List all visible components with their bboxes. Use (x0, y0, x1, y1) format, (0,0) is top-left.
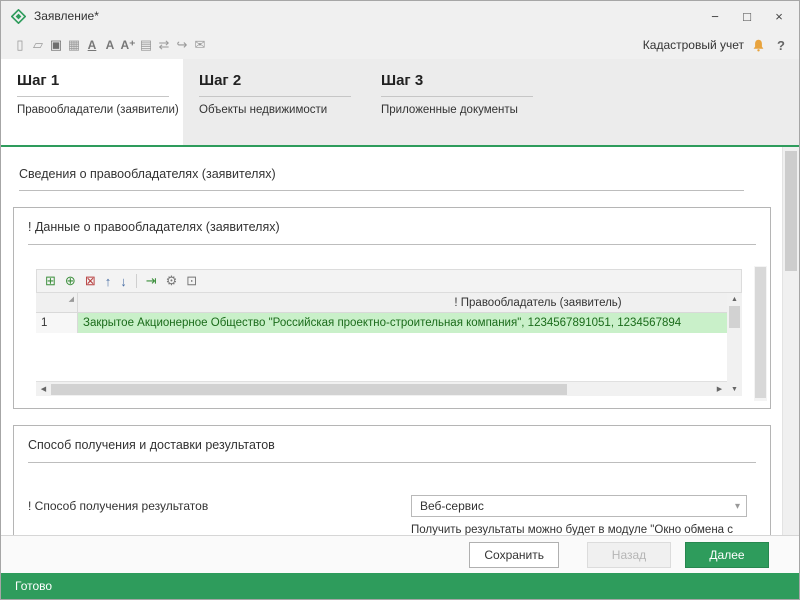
section-title: Сведения о правообладателях (заявителях) (19, 167, 744, 191)
tab-step-2[interactable]: Шаг 2 Объекты недвижимости (183, 59, 365, 145)
step-subtitle: Объекты недвижимости (199, 104, 365, 116)
row-value[interactable]: Закрытое Акционерное Общество "Российска… (78, 313, 727, 333)
step-title: Шаг 3 (381, 72, 547, 89)
tab-step-1[interactable]: Шаг 1 Правообладатели (заявители) (1, 59, 183, 145)
hscroll-thumb[interactable] (51, 384, 567, 395)
maximize-button[interactable]: □ (731, 1, 763, 31)
envelope-icon[interactable]: ✉ (191, 37, 209, 53)
scroll-down-icon[interactable]: ▼ (731, 383, 738, 396)
table-toolbar: ⊞ ⊕ ⊠ ↑ ↓ ⇥ ⚙ ⊡ (36, 269, 742, 293)
title-bar: Заявление* − □ × (1, 1, 799, 31)
delivery-method-value: Веб-сервис (420, 499, 484, 513)
wizard-steps: Шаг 1 Правообладатели (заявители) Шаг 2 … (1, 59, 799, 147)
status-text: Готово (15, 579, 52, 593)
panel-scrollbar-thumb[interactable] (755, 267, 766, 398)
send-arrow-icon[interactable]: ↪ (173, 37, 191, 53)
vscroll-thumb[interactable] (729, 306, 740, 328)
open-reference-icon[interactable]: ⇥ (146, 273, 157, 289)
delivery-panel-title: Способ получения и доставки результатов (28, 438, 756, 463)
new-document-icon[interactable]: ▯ (11, 37, 29, 53)
delivery-method-hint: Получить результаты можно будет в модуле… (411, 524, 747, 535)
move-row-down-icon[interactable]: ↓ (120, 274, 127, 289)
add-row-icon[interactable]: ⊞ (45, 273, 56, 289)
step-rule (199, 96, 351, 97)
panel-scrollbar[interactable] (754, 266, 767, 401)
expand-table-icon[interactable]: ⊡ (186, 273, 197, 289)
table-empty-area (36, 333, 727, 381)
delivery-panel: Способ получения и доставки результатов … (13, 425, 771, 535)
table-horizontal-scrollbar[interactable]: ◀ ▶ (36, 381, 727, 396)
owners-panel-title: ! Данные о правообладателях (заявителях) (28, 220, 756, 245)
owners-panel: ! Данные о правообладателях (заявителях)… (13, 207, 771, 409)
footer-bar: Сохранить Назад Далее (1, 535, 799, 573)
module-label: Кадастровый учет (643, 38, 744, 52)
copy-icon[interactable]: ▤ (137, 37, 155, 53)
open-folder-icon[interactable]: ▱ (29, 37, 47, 53)
field-a-add-icon[interactable]: А⁺ (119, 38, 137, 52)
table-header-row: ◢ ! Правообладатель (заявитель) (36, 293, 727, 313)
minimize-button[interactable]: − (699, 1, 731, 31)
step-rule (381, 96, 533, 97)
content-scrollbar[interactable] (782, 147, 799, 535)
table-vertical-scrollbar[interactable]: ▲ ▼ (727, 293, 742, 396)
chevron-down-icon: ▾ (735, 501, 740, 512)
grid-corner-icon: ◢ (69, 290, 74, 310)
table-row[interactable]: 1 Закрытое Акционерное Общество "Российс… (36, 313, 727, 333)
field-a-underline-icon[interactable]: А (83, 38, 101, 52)
save-as-icon[interactable]: ▦ (65, 37, 83, 53)
delete-row-icon[interactable]: ⊠ (85, 273, 96, 289)
step-title: Шаг 1 (17, 72, 183, 89)
edit-tools-icon[interactable]: ⚙ (166, 273, 178, 289)
step-subtitle: Приложенные документы (381, 104, 547, 116)
move-row-up-icon[interactable]: ↑ (105, 274, 112, 289)
close-button[interactable]: × (763, 1, 795, 31)
application-window: Заявление* − □ × ▯ ▱ ▣ ▦ А А А⁺ ▤ ⇄ ↪ ✉ … (0, 0, 800, 600)
window-title: Заявление* (34, 9, 699, 23)
bell-icon[interactable] (752, 39, 765, 52)
next-button[interactable]: Далее (685, 542, 769, 568)
scroll-up-icon[interactable]: ▲ (731, 293, 738, 306)
add-child-row-icon[interactable]: ⊕ (65, 273, 76, 289)
step-content: Сведения о правообладателях (заявителях)… (1, 147, 799, 535)
save-button[interactable]: Сохранить (469, 542, 559, 568)
tab-step-3[interactable]: Шаг 3 Приложенные документы (365, 59, 547, 145)
scroll-left-icon[interactable]: ◀ (36, 382, 51, 396)
app-logo-icon (11, 9, 26, 24)
toolbar-separator (136, 274, 137, 288)
field-a-icon[interactable]: А (101, 38, 119, 52)
hscroll-track[interactable] (51, 382, 712, 396)
column-header-label: ! Правообладатель (заявитель) (78, 293, 727, 312)
step-rule (17, 96, 169, 97)
scroll-right-icon[interactable]: ▶ (712, 382, 727, 396)
owners-table: ⊞ ⊕ ⊠ ↑ ↓ ⇥ ⚙ ⊡ ◢ (36, 269, 742, 396)
status-bar: Готово (1, 573, 799, 599)
save-icon[interactable]: ▣ (47, 37, 65, 53)
delivery-method-dropdown[interactable]: Веб-сервис ▾ (411, 495, 747, 517)
back-button[interactable]: Назад (587, 542, 671, 568)
content-scrollbar-thumb[interactable] (785, 151, 797, 271)
row-number: 1 (36, 313, 78, 333)
column-header[interactable]: ! Правообладатель (заявитель) (78, 293, 727, 312)
help-icon[interactable]: ? (773, 38, 789, 53)
step-subtitle: Правообладатели (заявители) (17, 104, 183, 116)
delivery-method-label: ! Способ получения результатов (28, 495, 208, 535)
exchange-arrows-icon[interactable]: ⇄ (155, 37, 173, 53)
step-title: Шаг 2 (199, 72, 365, 89)
main-toolbar: ▯ ▱ ▣ ▦ А А А⁺ ▤ ⇄ ↪ ✉ Кадастровый учет … (1, 31, 799, 59)
header-gutter: ◢ (36, 293, 78, 312)
